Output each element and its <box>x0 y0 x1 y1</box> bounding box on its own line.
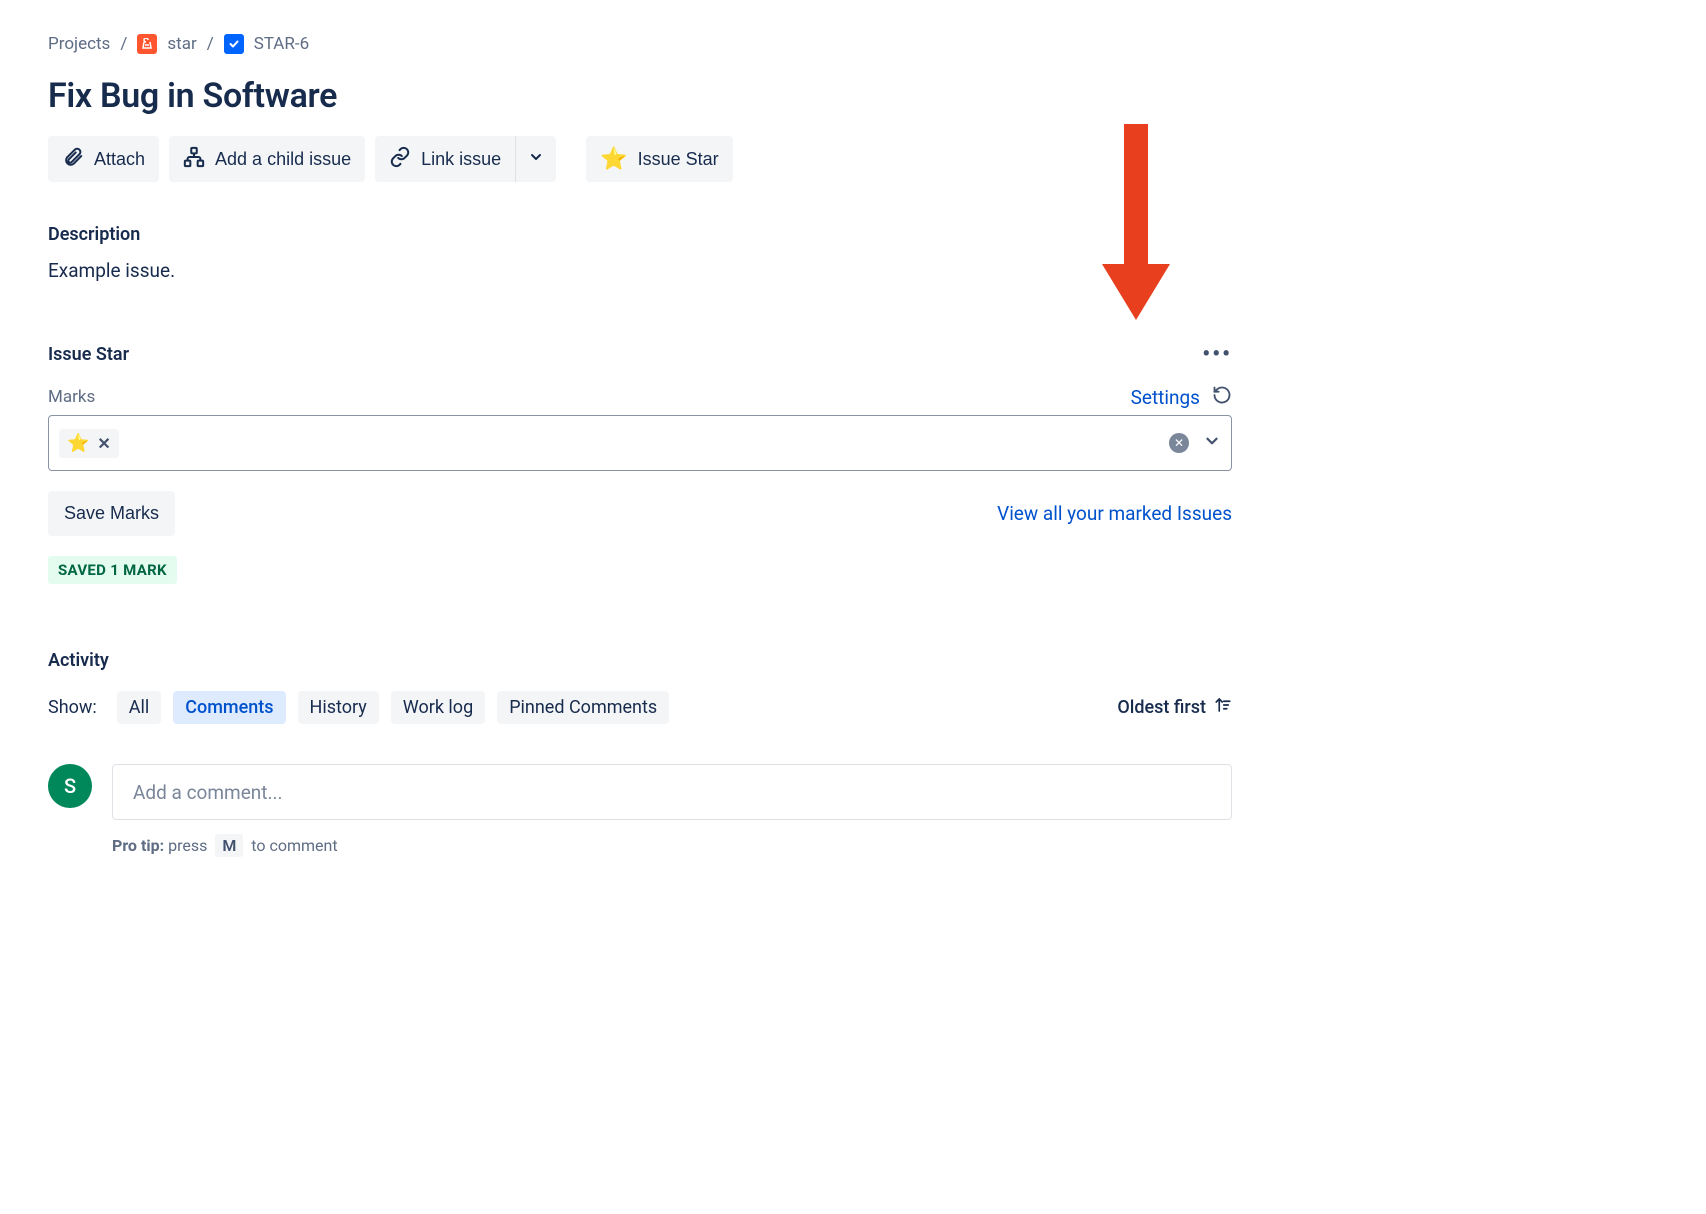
sort-button[interactable]: Oldest first <box>1117 696 1232 719</box>
attach-label: Attach <box>94 149 145 170</box>
mark-tag: ⭐ ✕ <box>59 429 119 458</box>
breadcrumb-separator: / <box>120 34 127 54</box>
description-label: Description <box>48 224 1232 245</box>
chevron-down-icon[interactable] <box>1203 432 1221 454</box>
save-row: Save Marks View all your marked Issues <box>48 491 1232 536</box>
marks-select[interactable]: ⭐ ✕ ✕ <box>48 415 1232 471</box>
remove-tag-button[interactable]: ✕ <box>97 434 110 453</box>
link-icon <box>389 146 411 173</box>
chevron-down-icon <box>528 149 544 170</box>
issue-type-icon <box>224 34 244 54</box>
avatar: S <box>48 764 92 808</box>
view-all-marked-link[interactable]: View all your marked Issues <box>997 502 1232 525</box>
breadcrumb-separator: / <box>207 34 214 54</box>
action-bar: Attach Add a child issue Link issue ⭐ Is… <box>48 136 1232 182</box>
save-marks-button[interactable]: Save Marks <box>48 491 175 536</box>
pro-tip: Pro tip: press M to comment <box>112 834 1232 857</box>
filter-all[interactable]: All <box>117 691 162 724</box>
link-issue-button[interactable]: Link issue <box>375 136 515 182</box>
page-title[interactable]: Fix Bug in Software <box>48 76 1232 116</box>
filter-worklog[interactable]: Work log <box>391 691 485 724</box>
pro-tip-pre: press <box>168 836 207 855</box>
issue-star-header: Issue Star ••• <box>48 342 1232 367</box>
refresh-icon[interactable] <box>1212 385 1232 409</box>
filter-pinned[interactable]: Pinned Comments <box>497 691 669 724</box>
saved-badge: SAVED 1 MARK <box>48 556 177 584</box>
description-text[interactable]: Example issue. <box>48 259 1232 282</box>
issue-star-button[interactable]: ⭐ Issue Star <box>586 136 732 182</box>
filter-history[interactable]: History <box>298 691 379 724</box>
issue-star-label: Issue Star <box>48 344 129 365</box>
marks-label: Marks <box>48 387 95 407</box>
add-child-label: Add a child issue <box>215 149 351 170</box>
activity-label: Activity <box>48 650 1232 671</box>
breadcrumb-issue-key[interactable]: STAR-6 <box>254 34 309 54</box>
marks-row: Marks Settings <box>48 385 1232 409</box>
add-child-issue-button[interactable]: Add a child issue <box>169 136 365 182</box>
star-icon: ⭐ <box>67 433 89 454</box>
link-issue-split-button: Link issue <box>375 136 556 182</box>
more-menu-button[interactable]: ••• <box>1202 342 1232 367</box>
pro-tip-post: to comment <box>251 836 337 855</box>
attach-button[interactable]: Attach <box>48 136 159 182</box>
star-icon: ⭐ <box>600 146 627 172</box>
filter-comments[interactable]: Comments <box>173 691 285 724</box>
sort-icon <box>1214 696 1232 719</box>
show-label: Show: <box>48 697 97 718</box>
activity-filter-row: Show: All Comments History Work log Pinn… <box>48 691 1232 724</box>
breadcrumb: Projects / star / STAR-6 <box>48 34 1232 54</box>
breadcrumb-projects[interactable]: Projects <box>48 34 110 54</box>
issue-star-label: Issue Star <box>638 149 719 170</box>
clear-all-button[interactable]: ✕ <box>1169 433 1189 453</box>
project-avatar-icon <box>137 34 157 54</box>
settings-link[interactable]: Settings <box>1131 386 1200 409</box>
comment-row: S Add a comment... <box>48 764 1232 820</box>
pro-tip-label: Pro tip: <box>112 836 164 855</box>
keyboard-key-m: M <box>215 834 243 857</box>
link-issue-dropdown-button[interactable] <box>515 136 556 182</box>
breadcrumb-project-name[interactable]: star <box>167 34 196 54</box>
sort-label: Oldest first <box>1117 697 1206 718</box>
hierarchy-icon <box>183 146 205 173</box>
comment-input[interactable]: Add a comment... <box>112 764 1232 820</box>
link-issue-label: Link issue <box>421 149 501 170</box>
paperclip-icon <box>62 146 84 173</box>
